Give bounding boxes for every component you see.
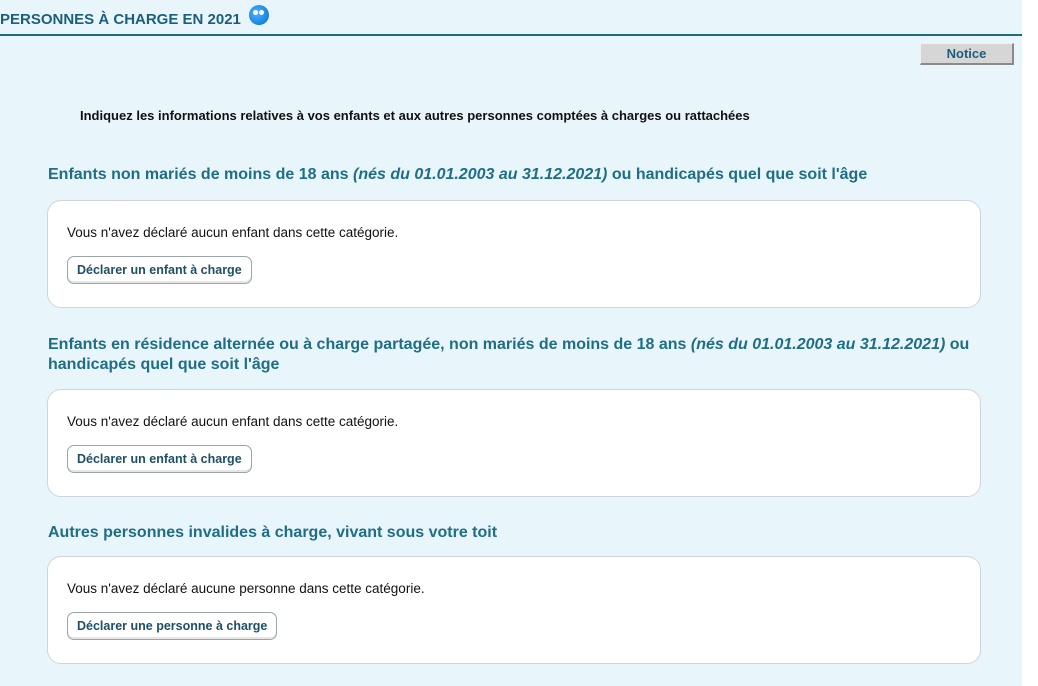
page-header: PERSONNES À CHARGE EN 2021 xyxy=(0,0,1022,36)
empty-message: Vous n'avez déclaré aucun enfant dans ce… xyxy=(67,225,399,240)
page-title: PERSONNES À CHARGE EN 2021 xyxy=(0,10,241,28)
help-icon[interactable] xyxy=(248,5,269,25)
page: PERSONNES À CHARGE EN 2021 Notice Indiqu… xyxy=(0,0,1038,686)
declare-child-shared-button[interactable]: Déclarer un enfant à charge xyxy=(67,445,252,473)
section-title-text: Enfants en résidence alternée ou à charg… xyxy=(48,336,691,353)
section-title-dates: (nés du 01.01.2003 au 31.12.2021) xyxy=(352,166,608,183)
declare-child-button[interactable]: Déclarer un enfant à charge xyxy=(67,256,252,284)
empty-message: Vous n'avez déclaré aucune personne dans… xyxy=(67,581,425,596)
empty-message: Vous n'avez déclaré aucun enfant dans ce… xyxy=(67,414,399,429)
section-title-text: Enfants non mariés de moins de 18 ans xyxy=(48,166,353,183)
notice-button[interactable]: Notice xyxy=(920,43,1014,65)
section-title-text: ou handicapés quel que soit l'âge xyxy=(607,166,868,183)
section-title-children: Enfants non mariés de moins de 18 ans (n… xyxy=(48,165,988,185)
section-box-other-persons: Vous n'avez déclaré aucune personne dans… xyxy=(47,556,981,664)
section-title-other-persons: Autres personnes invalides à charge, viv… xyxy=(48,523,988,543)
section-title-dates: (nés du 01.01.2003 au 31.12.2021) xyxy=(690,336,946,353)
section-box-alternate-residence: Vous n'avez déclaré aucun enfant dans ce… xyxy=(47,389,981,497)
intro-text: Indiquez les informations relatives à vo… xyxy=(80,108,750,123)
section-title-alternate-residence: Enfants en résidence alternée ou à charg… xyxy=(48,335,988,375)
section-box-children: Vous n'avez déclaré aucun enfant dans ce… xyxy=(47,200,981,308)
scrollbar-track[interactable] xyxy=(1022,0,1038,686)
declare-person-button[interactable]: Déclarer une personne à charge xyxy=(67,612,278,640)
section-title-text: Autres personnes invalides à charge, viv… xyxy=(48,524,498,541)
